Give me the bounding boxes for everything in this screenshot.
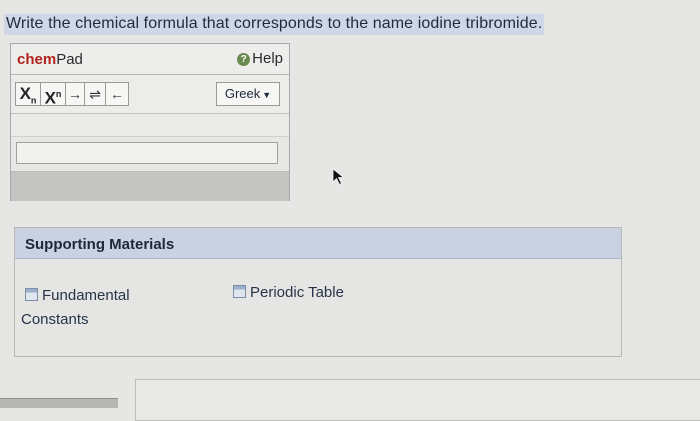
mouse-pointer-icon (332, 168, 345, 186)
greek-dropdown[interactable]: Greek ▼ (216, 82, 280, 106)
right-arrow-icon: → (68, 86, 82, 102)
superscript-button[interactable]: Xn (40, 82, 66, 108)
periodic-table-link[interactable]: Periodic Table (233, 281, 344, 305)
question-text: Write the chemical formula that correspo… (4, 14, 545, 35)
fundamental-constants-link[interactable]: Fundamental Constants (21, 284, 130, 332)
answer-input[interactable] (16, 142, 278, 164)
arrow-button[interactable]: → (65, 82, 85, 106)
chempad-title: chemPad (17, 51, 83, 68)
chempad-formula-area[interactable] (11, 114, 289, 137)
bottom-panel-partial (135, 379, 700, 421)
left-arrow-icon: ← (110, 86, 124, 102)
chempad-footer (11, 172, 289, 201)
fundamental-constants-label: Fundamental Constants (21, 287, 130, 328)
supporting-materials-heading: Supporting Materials (15, 228, 621, 259)
equilibrium-button[interactable]: ⇌ (84, 82, 106, 106)
chempad-widget: chemPad ? Help Xn Xn → ⇌ ← Greek ▼ (10, 43, 290, 201)
help-button[interactable]: ? Help (237, 50, 283, 67)
help-icon: ? (237, 53, 251, 66)
chempad-header: chemPad ? Help (11, 44, 289, 75)
chempad-answer-row (11, 137, 289, 172)
document-icon (233, 285, 246, 298)
periodic-table-label: Periodic Table (250, 284, 344, 301)
backspace-button[interactable]: ← (105, 82, 129, 106)
help-label: Help (252, 50, 283, 67)
chempad-toolbar: Xn Xn → ⇌ ← Greek ▼ (11, 75, 289, 114)
caret-down-icon: ▼ (262, 90, 272, 100)
supporting-materials-panel: Supporting Materials Fundamental Constan… (14, 227, 622, 357)
equilibrium-arrow-icon: ⇌ (89, 86, 101, 102)
subscript-button[interactable]: Xn (15, 82, 41, 106)
